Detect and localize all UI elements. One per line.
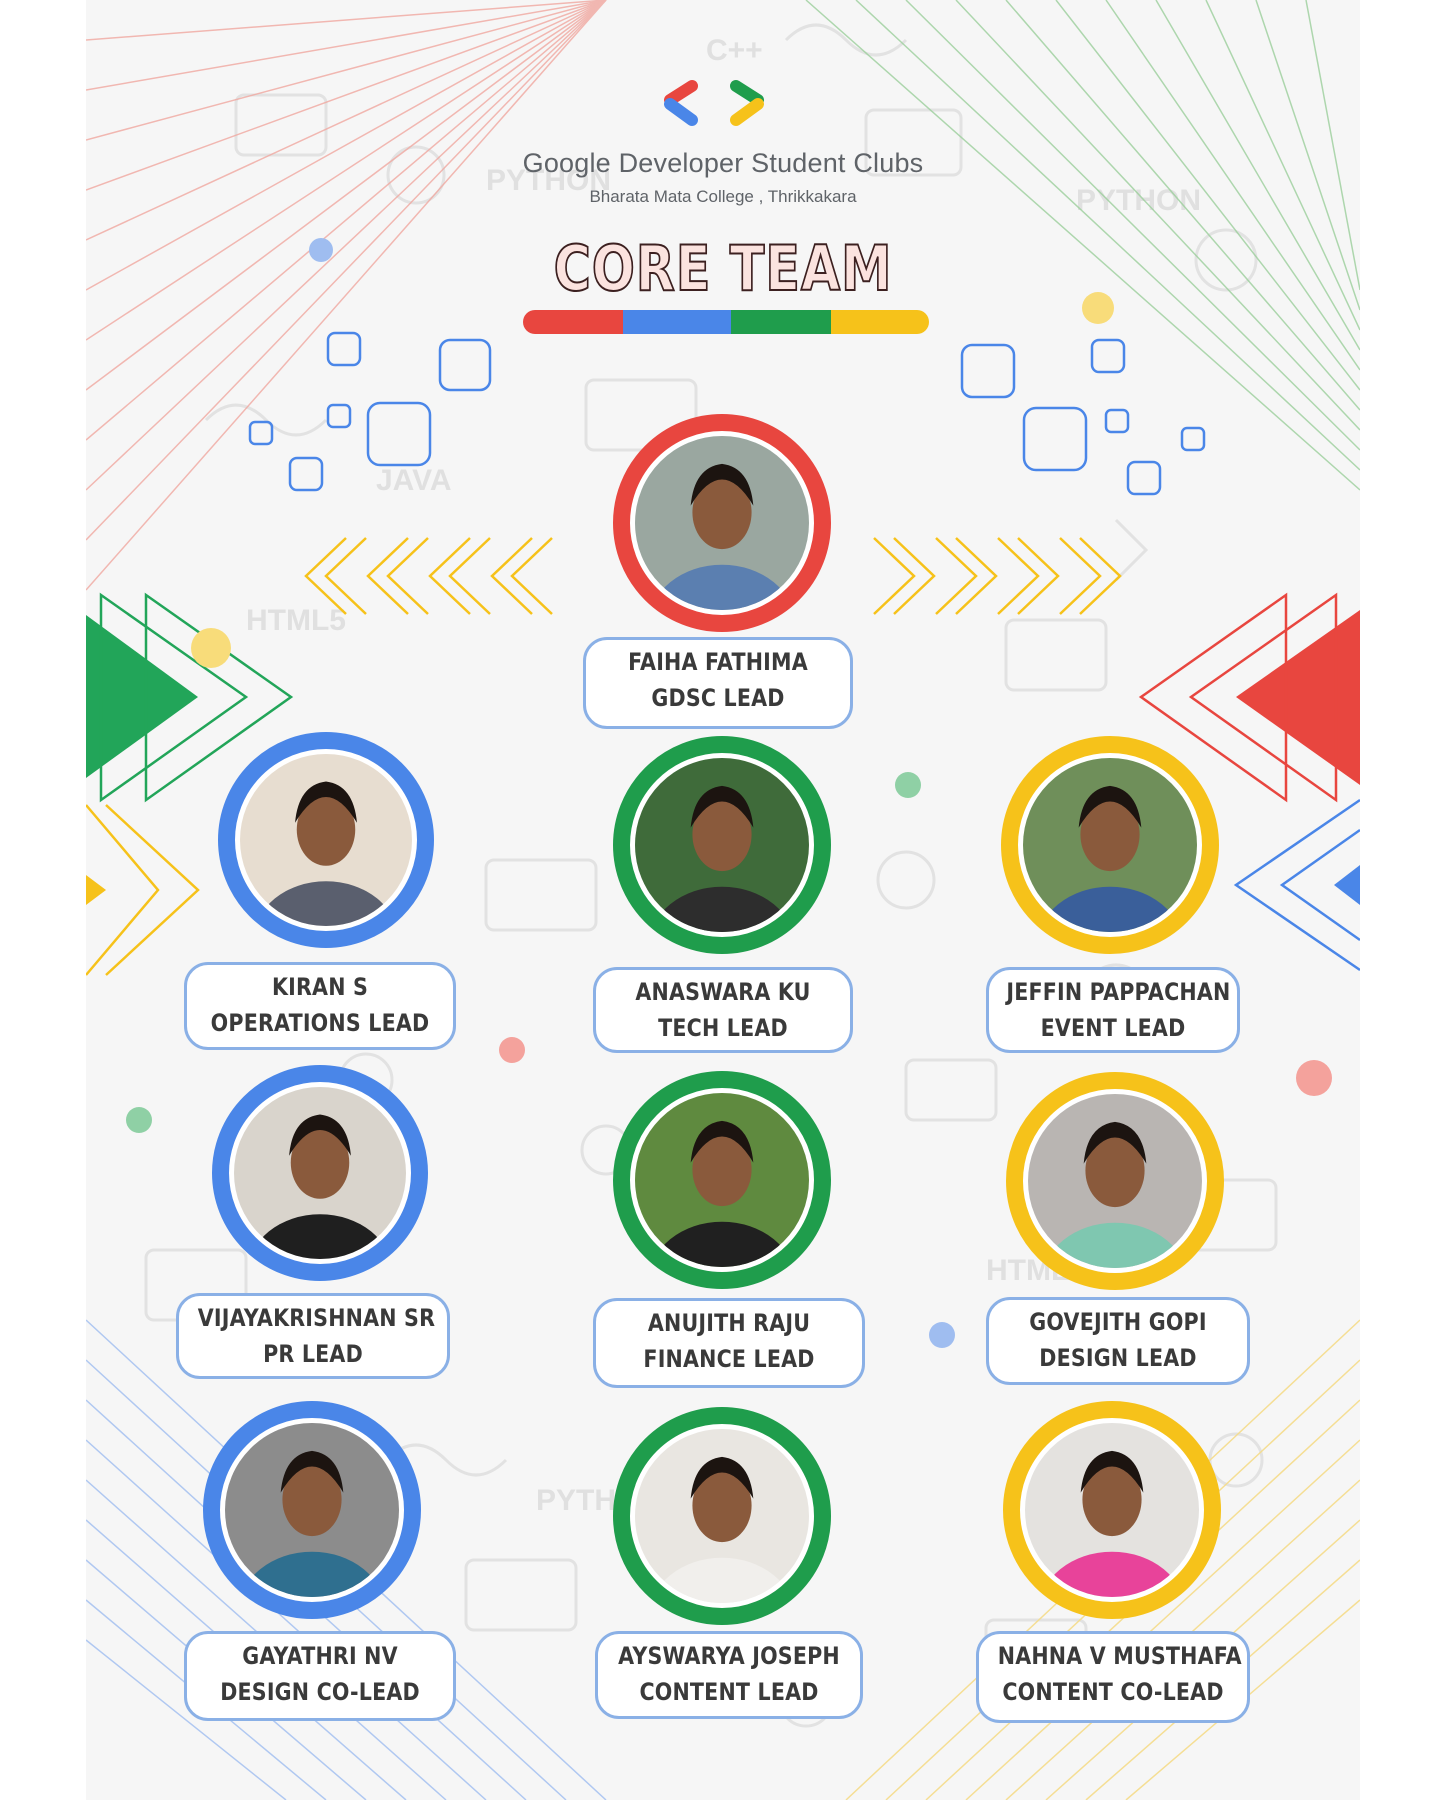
member-name: NAHNA V MUSTHAFA (997, 1642, 1242, 1670)
member-role: TECH LEAD (658, 1014, 788, 1042)
avatar (635, 1093, 809, 1267)
svg-text:C++: C++ (706, 34, 763, 67)
member-role: CONTENT LEAD (639, 1678, 819, 1706)
member-name: VIJAYAKRISHNAN SR (197, 1304, 436, 1332)
member-name: GOVEJITH GOPI (1029, 1308, 1207, 1336)
avatar (1028, 1094, 1202, 1268)
member-label: GOVEJITH GOPI DESIGN LEAD (986, 1297, 1250, 1385)
avatar (635, 758, 809, 932)
member-label: VIJAYAKRISHNAN SR PR LEAD (176, 1293, 450, 1379)
org-name: Google Developer Student Clubs (522, 148, 924, 178)
avatar (1025, 1423, 1199, 1597)
avatar (635, 436, 809, 610)
member-role: PR LEAD (263, 1340, 363, 1368)
member-label: ANUJITH RAJU FINANCE LEAD (593, 1298, 865, 1388)
avatar (240, 754, 412, 926)
member-label: NAHNA V MUSTHAFA CONTENT CO-LEAD (976, 1631, 1250, 1723)
member-role: EVENT LEAD (1040, 1014, 1186, 1042)
member-role: OPERATIONS LEAD (210, 1009, 430, 1037)
member-name: ANASWARA KU (635, 978, 811, 1006)
svg-text:JAVA: JAVA (376, 464, 452, 497)
member-name: GAYATHRI NV (242, 1642, 398, 1670)
svg-text:HTML5: HTML5 (246, 604, 346, 637)
avatar (225, 1423, 399, 1597)
member-label: JEFFIN PAPPACHAN EVENT LEAD (986, 967, 1240, 1053)
avatar (234, 1087, 406, 1259)
member-role: FINANCE LEAD (643, 1345, 815, 1373)
member-name: KIRAN S (271, 973, 369, 1001)
member-label: GAYATHRI NV DESIGN CO-LEAD (184, 1631, 456, 1721)
member-label: FAIHA FATHIMA GDSC LEAD (583, 637, 853, 729)
gdsc-logo-icon (664, 80, 764, 126)
member-label: AYSWARYA JOSEPH CONTENT LEAD (595, 1631, 863, 1719)
avatar (1023, 758, 1197, 932)
avatar (635, 1429, 809, 1603)
title-underline (523, 310, 929, 334)
member-name: ANUJITH RAJU (647, 1309, 811, 1337)
member-label: KIRAN S OPERATIONS LEAD (184, 962, 456, 1050)
member-name: AYSWARYA JOSEPH (618, 1642, 840, 1670)
poster: HTML5JAVAPYTHON HTML5PYTHONPYTHON PYTHON… (86, 0, 1360, 1800)
member-name: FAIHA FATHIMA (628, 648, 808, 676)
member-role: GDSC LEAD (651, 684, 785, 712)
member-name: JEFFIN PAPPACHAN (1006, 978, 1231, 1006)
member-label: ANASWARA KU TECH LEAD (593, 967, 853, 1053)
member-role: DESIGN LEAD (1039, 1344, 1197, 1372)
org-subtitle: Bharata Mata College , Thrikkakara (589, 187, 857, 206)
member-role: CONTENT CO-LEAD (1002, 1678, 1224, 1706)
member-role: DESIGN CO-LEAD (220, 1678, 420, 1706)
page-title: CORE TEAM (553, 231, 893, 306)
